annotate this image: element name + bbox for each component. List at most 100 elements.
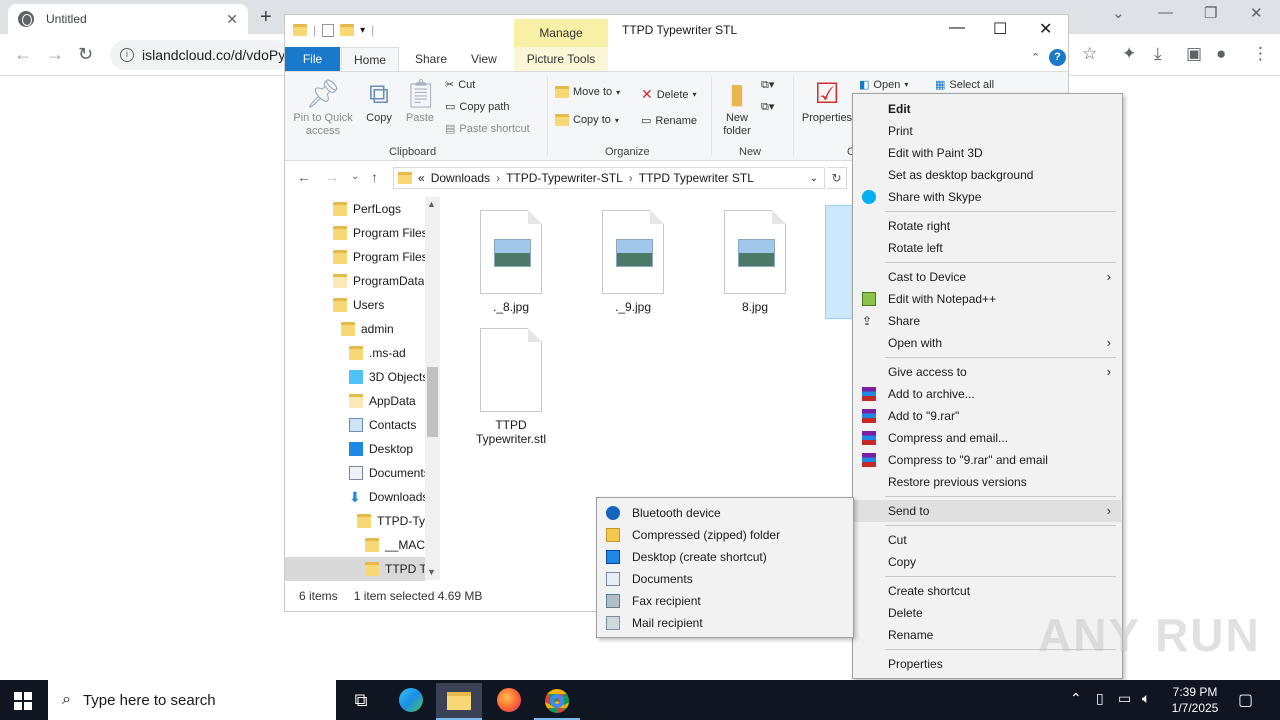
side-panel-icon[interactable]: ▣ — [1186, 44, 1202, 64]
crumb-downloads[interactable]: Downloads — [431, 171, 490, 185]
menu-print[interactable]: Print — [854, 120, 1121, 142]
scroll-thumb[interactable] — [427, 367, 438, 437]
recent-locations-icon[interactable]: ⌄ — [351, 171, 359, 182]
crumb-ttpd-typewriter-stl-sub[interactable]: TTPD Typewriter STL — [639, 171, 754, 185]
browser-restore-icon[interactable]: ❐ — [1204, 4, 1217, 22]
sendto-bluetooth[interactable]: Bluetooth device — [598, 502, 852, 524]
open-button[interactable]: ◧ Open ▾ — [859, 78, 908, 92]
paste-shortcut-button[interactable]: ▤ Paste shortcut — [445, 122, 530, 136]
address-overflow[interactable]: « — [418, 171, 425, 185]
menu-copy[interactable]: Copy — [854, 551, 1121, 573]
explorer-maximize-icon[interactable]: ☐ — [993, 19, 1007, 39]
explorer-address-bar[interactable]: « Downloads › TTPD-Typewriter-STL › TTPD… — [393, 167, 825, 189]
nav-pane-scrollbar[interactable]: ▲ ▼ — [425, 197, 440, 580]
menu-add-to-rar[interactable]: Add to "9.rar" — [854, 405, 1121, 427]
rename-button[interactable]: ▭ Rename — [641, 114, 697, 128]
explorer-forward-icon[interactable]: → — [325, 169, 339, 185]
browser-close-icon[interactable]: ✕ — [1250, 4, 1263, 22]
tree-item[interactable]: Users — [333, 293, 384, 317]
chrome-icon[interactable] — [534, 683, 580, 720]
file-explorer-taskbar-icon[interactable] — [436, 683, 482, 720]
sendto-documents[interactable]: Documents — [598, 568, 852, 590]
tray-device-icon[interactable]: ▯ — [1096, 690, 1104, 707]
tab-view[interactable]: View — [459, 47, 509, 71]
menu-share[interactable]: ⇪ Share — [854, 310, 1121, 332]
tree-item[interactable]: Program Files — [333, 221, 428, 245]
menu-give-access[interactable]: Give access to › — [854, 361, 1121, 383]
extensions-icon[interactable]: ✦ — [1122, 44, 1136, 64]
bookmark-star-icon[interactable]: ☆ — [1082, 44, 1097, 64]
sendto-desktop[interactable]: Desktop (create shortcut) — [598, 546, 852, 568]
scroll-down-icon[interactable]: ▼ — [427, 567, 436, 577]
tree-item-selected[interactable]: TTPD Ty — [285, 557, 425, 581]
select-all-button[interactable]: ▦ Select all — [935, 78, 994, 92]
file-item[interactable]: ._8.jpg — [466, 210, 556, 314]
taskbar-search-box[interactable]: ⌕ Type here to search — [48, 680, 336, 720]
menu-rotate-right[interactable]: Rotate right — [854, 215, 1121, 237]
sendto-mail[interactable]: Mail recipient — [598, 612, 852, 634]
tab-close-icon[interactable]: ✕ — [226, 11, 238, 28]
properties-button[interactable]: ☑ Properties — [799, 76, 855, 125]
menu-cast-to-device[interactable]: Cast to Device › — [854, 266, 1121, 288]
new-folder-qat-icon[interactable] — [340, 24, 355, 36]
copy-path-button[interactable]: ▭ Copy path — [445, 100, 510, 114]
collapse-ribbon-icon[interactable]: ⌃ — [1031, 51, 1040, 64]
network-icon[interactable]: ▭ — [1118, 690, 1131, 707]
menu-edit-paint3d[interactable]: Edit with Paint 3D — [854, 142, 1121, 164]
pin-quick-access-button[interactable]: 📌︎ Pin to Quick access — [291, 76, 355, 138]
tree-item[interactable]: Program Files — [333, 245, 428, 269]
refresh-icon[interactable]: ↻ — [827, 167, 847, 189]
new-item-button[interactable]: ⧉▾ — [761, 78, 774, 92]
explorer-back-icon[interactable]: ← — [297, 169, 311, 185]
move-to-button[interactable]: Move to ▾ — [555, 86, 620, 98]
menu-share-skype[interactable]: Share with Skype — [854, 186, 1121, 208]
customize-qat-icon[interactable]: ▾ — [360, 25, 365, 36]
menu-add-to-archive[interactable]: Add to archive... — [854, 383, 1121, 405]
tab-file[interactable]: File — [285, 47, 340, 71]
menu-edit[interactable]: Edit — [854, 98, 1121, 120]
volume-icon[interactable]: 🔈︎ — [1142, 690, 1150, 707]
forward-icon[interactable]: → — [46, 44, 64, 65]
file-item[interactable]: TTPD Typewriter.stl — [466, 328, 556, 446]
up-folder-icon[interactable]: ↑ — [371, 169, 378, 185]
menu-edit-notepadpp[interactable]: Edit with Notepad++ — [854, 288, 1121, 310]
edge-icon[interactable] — [388, 683, 434, 717]
scroll-up-icon[interactable]: ▲ — [427, 199, 436, 209]
site-info-icon[interactable]: i — [120, 48, 134, 62]
tree-item[interactable]: Desktop — [349, 437, 413, 461]
reload-icon[interactable]: ↻ — [78, 44, 93, 65]
menu-restore-previous-versions[interactable]: Restore previous versions — [854, 471, 1121, 493]
tree-item[interactable]: PerfLogs — [333, 197, 401, 221]
tab-home[interactable]: Home — [341, 47, 400, 71]
tree-item[interactable]: __MAC — [365, 533, 425, 557]
explorer-close-icon[interactable]: ✕ — [1039, 19, 1052, 39]
cut-button[interactable]: ✂ Cut — [445, 78, 475, 92]
notifications-icon[interactable]: ▢ — [1238, 690, 1253, 710]
address-bar[interactable]: i islandcloud.co/d/vdoPy — [110, 40, 290, 70]
delete-button[interactable]: ✕ Delete ▾ — [641, 86, 697, 103]
menu-compress-rar-email[interactable]: Compress to "9.rar" and email — [854, 449, 1121, 471]
menu-send-to[interactable]: Send to › — [854, 500, 1121, 522]
profile-icon[interactable]: ● — [1216, 44, 1226, 64]
crumb-ttpd-typewriter-stl[interactable]: TTPD-Typewriter-STL — [506, 171, 623, 185]
tree-item[interactable]: TTPD-Typ — [357, 509, 425, 533]
manage-context-tab[interactable]: Manage — [514, 19, 608, 47]
menu-create-shortcut[interactable]: Create shortcut — [854, 580, 1121, 602]
back-icon[interactable]: ← — [14, 44, 32, 65]
menu-open-with[interactable]: Open with › — [854, 332, 1121, 354]
sendto-fax[interactable]: Fax recipient — [598, 590, 852, 612]
copy-to-button[interactable]: Copy to ▾ — [555, 114, 619, 126]
properties-qat-icon[interactable] — [322, 23, 335, 37]
selected-file-item[interactable] — [825, 205, 855, 319]
help-icon[interactable]: ? — [1049, 49, 1066, 66]
tree-item[interactable]: 3D Objects — [349, 365, 425, 389]
tree-item[interactable]: .ms-ad — [349, 341, 406, 365]
tree-item[interactable]: ⬇ Downloads — [349, 485, 425, 509]
menu-set-desktop-background[interactable]: Set as desktop background — [854, 164, 1121, 186]
tab-picture-tools[interactable]: Picture Tools — [514, 47, 608, 71]
windows-start-icon[interactable] — [14, 692, 32, 710]
explorer-minimize-icon[interactable]: — — [949, 19, 965, 37]
tree-item[interactable]: ProgramData — [333, 269, 424, 293]
copy-button[interactable]: ⧉ Copy — [361, 76, 397, 125]
file-item[interactable]: 8.jpg — [710, 210, 800, 314]
